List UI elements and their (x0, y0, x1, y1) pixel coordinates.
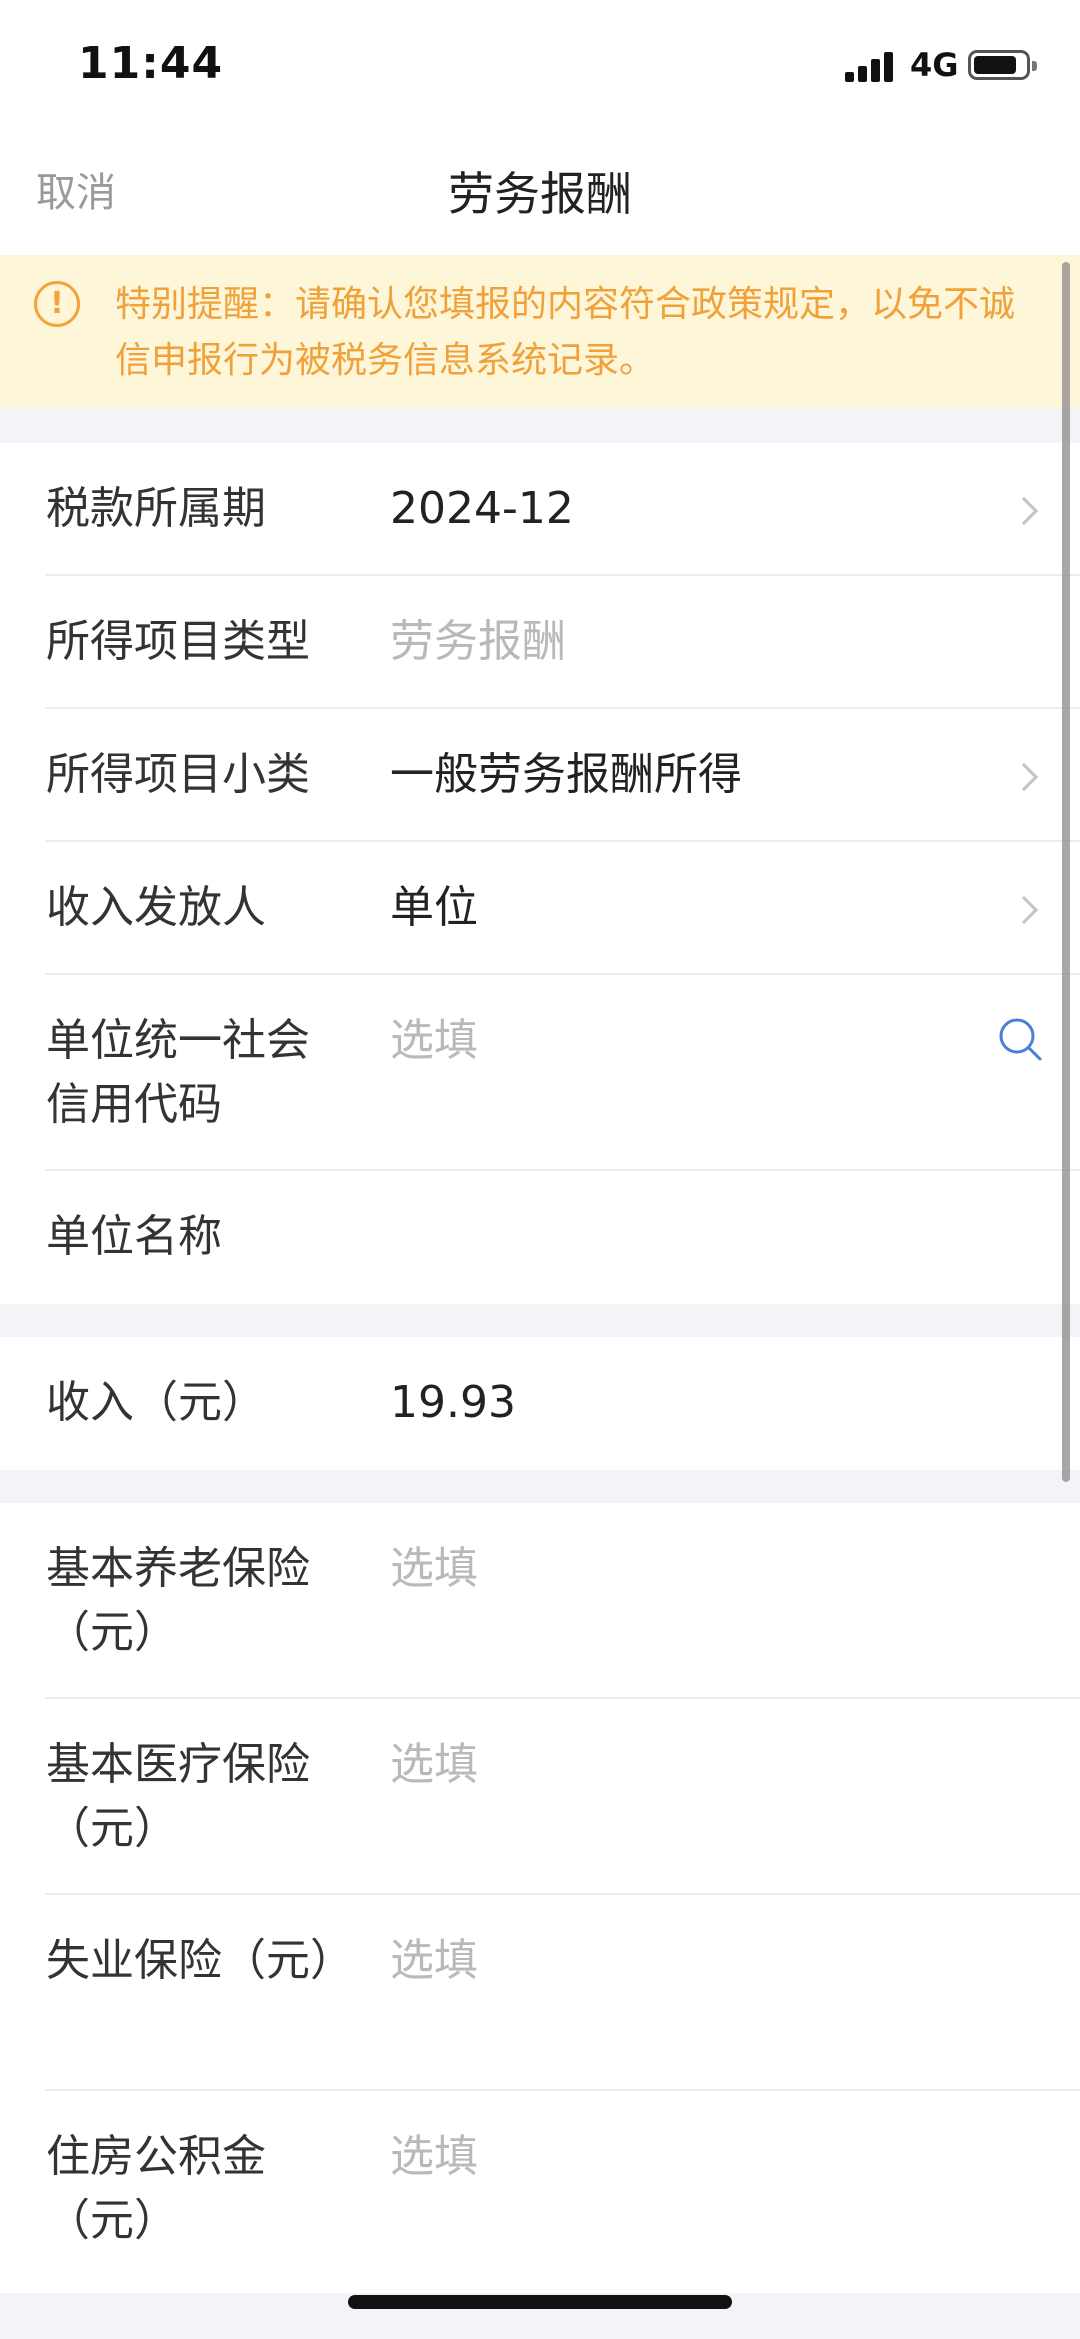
warning-banner: ! 特别提醒：请确认您填报的内容符合政策规定，以免不诚信申报行为被税务信息系统记… (0, 255, 1080, 408)
credit-code-label: 单位统一社会信用代码 (46, 1015, 310, 1130)
housing-fund-label: 住房公积金（元） (46, 2131, 266, 2246)
period-row[interactable]: 税款所属期 2024-12 (0, 443, 1080, 576)
housing-fund-row: 住房公积金（元） 选填 (0, 2091, 1080, 2287)
income-type-row: 所得项目类型 劳务报酬 (0, 576, 1080, 709)
unemployment-row: 失业保险（元） 选填 (0, 1895, 1080, 2091)
page-title: 劳务报酬 (448, 167, 632, 221)
chevron-right-icon (1009, 762, 1039, 792)
warning-text: 特别提醒：请确认您填报的内容符合政策规定，以免不诚信申报行为被税务信息系统记录。 (115, 284, 1016, 381)
warning-icon: ! (34, 281, 80, 327)
payer-row[interactable]: 收入发放人 单位 (0, 842, 1080, 975)
credit-code-row: 单位统一社会信用代码 选填 (0, 975, 1080, 1171)
income-subtype-row[interactable]: 所得项目小类 一般劳务报酬所得 (0, 709, 1080, 842)
income-subtype-label: 所得项目小类 (46, 749, 310, 800)
credit-code-input[interactable]: 选填 (390, 1009, 478, 1073)
pension-input[interactable]: 选填 (390, 1537, 478, 1601)
income-input[interactable]: 19.93 (390, 1371, 516, 1435)
network-type: 4G (910, 46, 959, 84)
nav-bar: 取消 劳务报酬 (0, 130, 1080, 255)
chevron-right-icon (1009, 496, 1039, 526)
unemployment-input[interactable]: 选填 (390, 1929, 478, 1993)
period-value: 2024-12 (390, 483, 574, 534)
medical-input[interactable]: 选填 (390, 1733, 478, 1797)
income-label: 收入（元） (46, 1377, 266, 1428)
status-bar: 11:44 4G (0, 0, 1080, 130)
income-section: 收入（元） 19.93 (0, 1337, 1080, 1470)
home-indicator[interactable] (348, 2295, 732, 2309)
pension-row: 基本养老保险（元） 选填 (0, 1503, 1080, 1699)
basic-info-section: 税款所属期 2024-12 所得项目类型 劳务报酬 所得项目小类 一般劳务报酬所… (0, 443, 1080, 1304)
income-row[interactable]: 收入（元） 19.93 (0, 1337, 1080, 1470)
unit-name-label: 单位名称 (46, 1211, 222, 1262)
scrollbar[interactable] (1062, 262, 1070, 1482)
medical-row: 基本医疗保险（元） 选填 (0, 1699, 1080, 1895)
medical-label: 基本医疗保险（元） (46, 1739, 310, 1854)
period-label: 税款所属期 (46, 483, 266, 534)
income-type-value: 劳务报酬 (390, 616, 566, 667)
payer-value: 单位 (390, 882, 478, 933)
search-icon[interactable] (996, 1015, 1044, 1063)
deductions-section: 基本养老保险（元） 选填 基本医疗保险（元） 选填 失业保险（元） 选填 住房公… (0, 1503, 1080, 2293)
income-subtype-value: 一般劳务报酬所得 (390, 749, 742, 800)
chevron-right-icon (1009, 895, 1039, 925)
pension-label: 基本养老保险（元） (46, 1543, 310, 1658)
unemployment-label: 失业保险（元） (46, 1935, 354, 1986)
payer-label: 收入发放人 (46, 882, 266, 933)
unit-name-row[interactable]: 单位名称 (0, 1171, 1080, 1304)
status-time: 11:44 (78, 38, 224, 89)
signal-icon (845, 50, 899, 82)
battery-icon (968, 50, 1037, 80)
income-type-label: 所得项目类型 (46, 616, 310, 667)
housing-fund-input[interactable]: 选填 (390, 2125, 478, 2189)
